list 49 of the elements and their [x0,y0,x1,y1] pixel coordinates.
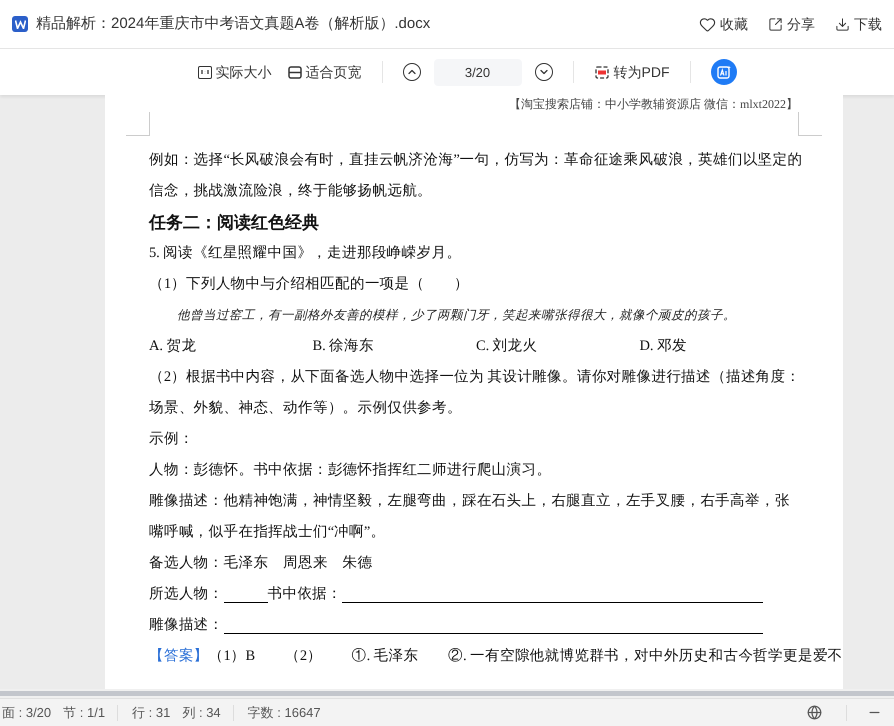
status-text: 字数 : 16647 [248,704,321,722]
ai-assistant-button[interactable] [710,59,736,85]
paragraph: 5. 阅读《红星照耀中国》，走进那段峥嵘岁月。 [149,244,462,263]
status-text: 节 : 1/1 [63,704,106,722]
paragraph: （1）下列人物中与介绍相匹配的一项是（ ） [149,275,470,294]
one-to-one-icon [198,66,212,78]
heart-icon [699,16,716,32]
fit-width-icon [288,66,302,78]
paragraph: 雕像描述：他精神饱满，神情坚毅，左腿弯曲，踩在石头上，右腿直立，左手叉腰，右手高举，张嘴呼喊，似乎在指挥战士们“冲啊”。 [149,492,791,542]
quoted-passage: 他曾当过窑工，有一副格外友善的模样，少了两颗门牙，笑起来嘴张得很大，就像个顽皮的孩子。 [176,307,737,324]
page-corner-mark [126,112,150,136]
previous-page-button[interactable] [402,63,420,81]
fill-in-line [224,602,268,603]
answer-option: D. 邓发 [640,331,803,362]
document-title: 精品解析：2024年重庆市中考语文真题A卷（解析版）.docx [36,14,430,34]
field-label: 雕像描述： [149,616,224,635]
actual-size-button[interactable]: 实际大小 [198,62,272,82]
answer-tag: 【答案】 [149,641,209,672]
status-text: 列 : 34 [182,704,221,722]
next-page-button[interactable] [534,63,552,81]
download-icon [835,16,850,32]
answer-option: B. 徐海东 [312,331,476,362]
paragraph: 备选人物：毛泽东 周恩来 朱德 [149,554,374,573]
toolbar-action-button[interactable]: 下载 [835,14,882,34]
horizontal-scrollbar[interactable] [0,691,894,696]
page-header-text: 【淘宝搜索店铺：中小学教辅资源店 微信：mlxt2022】 [508,96,798,112]
convert-pdf-button[interactable]: 转为PDF [594,62,670,82]
field-label: 书中依据： [268,585,342,604]
page-number-field[interactable]: 3/20 [434,58,522,86]
toolbar-action-button[interactable]: 收藏 [699,14,748,34]
answer-option: A. 贺龙 [149,331,312,362]
field-label: 所选人物： [149,585,224,604]
status-text: 行 : 31 [132,704,170,722]
page-corner-mark [798,112,822,136]
paragraph: （2）根据书中内容，从下面备选人物中选择一位为 其设计雕像。请你对雕像进行描述（描述角度：场景、外貌、神态、动作等）。示例仅供参考。 [149,368,802,418]
status-text: 面 : 3/20 [2,704,52,722]
paragraph: 例如：选择“长风破浪会有时，直挂云帆济沧海”一句，仿写为：革命征途乘风破浪，英雄们以坚定的信念，挑战激流险浪，终于能够扬帆远航。 [149,150,803,201]
answer-text: （1）B （2） ①. 毛泽东 ②. 一有空隙他就博览群书，对中外历史和古今哲学更是爱不 [208,646,843,666]
pdf-convert-icon [594,64,610,80]
ai-icon [716,65,730,79]
paragraph: 示例： [149,430,195,449]
toolbar-action-button[interactable]: 分享 [768,14,815,34]
fit-width-button[interactable]: 适合页宽 [288,62,362,82]
section-heading: 任务二：阅读红色经典 [149,212,320,234]
answer-option: C. 刘龙火 [476,331,640,362]
globe-icon[interactable] [807,705,822,720]
word-document-icon [12,16,28,32]
paragraph: 人物：彭德怀。书中依据：彭德怀指挥红二师进行爬山演习。 [149,460,552,480]
share-icon [768,16,783,32]
